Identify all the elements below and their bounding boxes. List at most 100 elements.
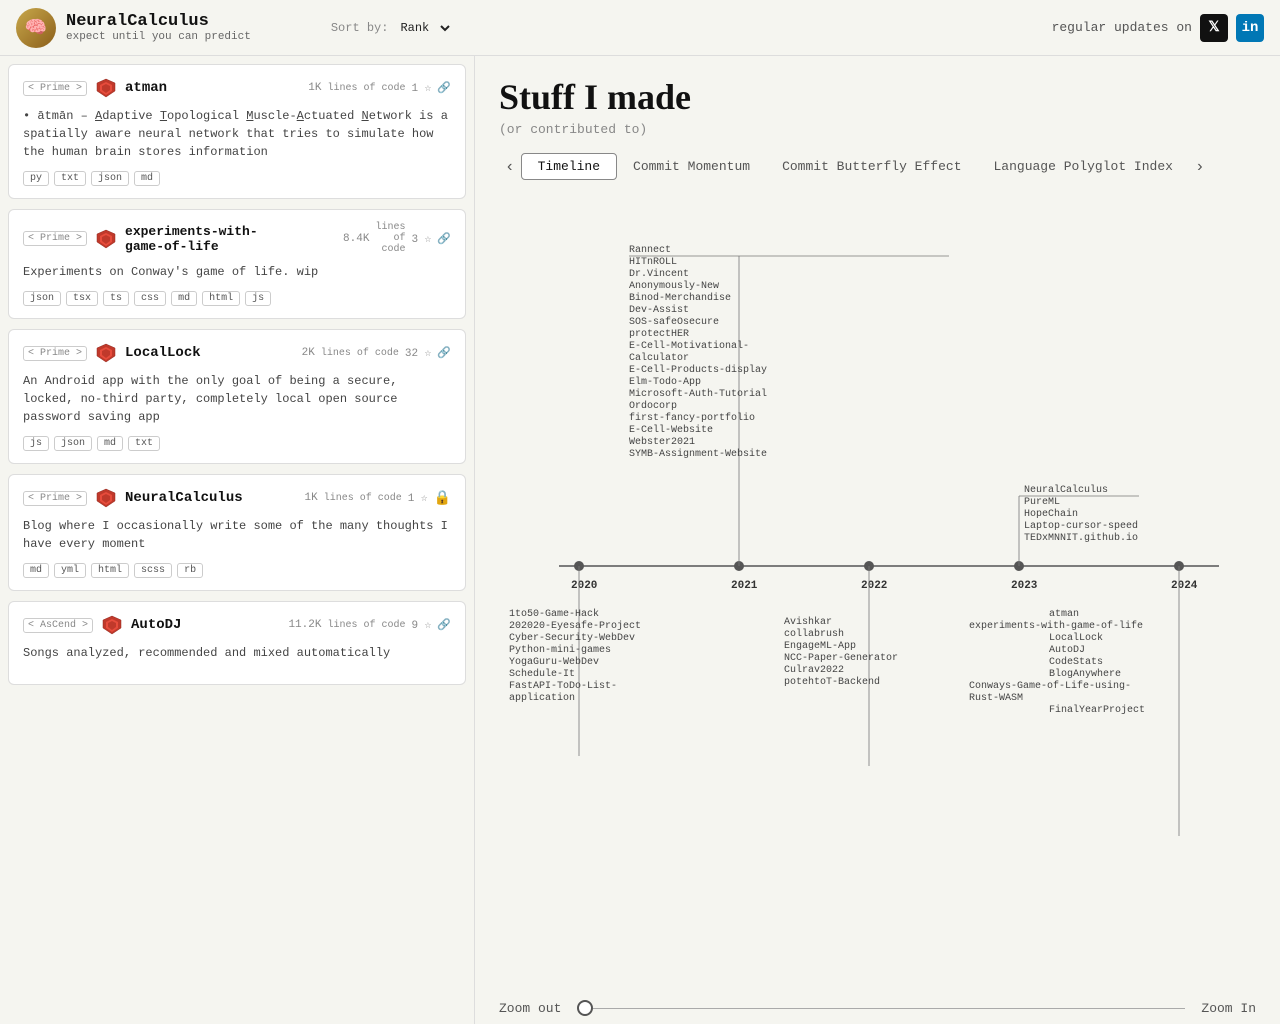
svg-text:first-fancy-portfolio: first-fancy-portfolio (629, 412, 755, 424)
tag: ts (103, 291, 129, 306)
linkedin-button[interactable]: in (1236, 14, 1264, 42)
topbar-right: regular updates on 𝕏 in (1052, 14, 1264, 42)
star-count: 32 ☆ (405, 346, 431, 360)
svg-text:Ordocorp: Ordocorp (629, 400, 677, 412)
zoom-track (593, 1008, 1185, 1009)
svg-text:YogaGuru-WebDev: YogaGuru-WebDev (509, 656, 599, 668)
card-header-right: 11.2K lines of code 9 ☆ 🔗 (288, 618, 451, 632)
svg-text:Webster2021: Webster2021 (629, 436, 695, 448)
tag: py (23, 171, 49, 186)
tag: scss (134, 563, 172, 578)
card-title-nc: NeuralCalculus (125, 490, 243, 506)
svg-text:Laptop-cursor-speed: Laptop-cursor-speed (1024, 520, 1138, 532)
page-subtitle: (or contributed to) (499, 122, 1256, 137)
tag: css (134, 291, 166, 306)
lines-count: 2K (302, 347, 315, 359)
card-desc-nc: Blog where I occasionally write some of … (23, 517, 451, 553)
svg-text:SOS-safeOsecure: SOS-safeOsecure (629, 316, 719, 328)
card-header: < Prime > NeuralCalculus 1K lines of cod… (23, 487, 451, 509)
svg-text:NeuralCalculus: NeuralCalculus (1024, 484, 1108, 496)
svg-text:AutoDJ: AutoDJ (1049, 645, 1085, 656)
svg-text:protectHER: protectHER (629, 329, 689, 340)
svg-text:Elm-Todo-App: Elm-Todo-App (629, 376, 701, 388)
timeline-svg: 2020 2021 2022 2023 2024 Ran (499, 196, 1256, 856)
card-desc-atman: • ātmān – Adaptive Topological Muscle-Ac… (23, 107, 451, 161)
card-atman: < Prime > atman 1K lines of code 1 ☆ 🔗 (8, 64, 466, 199)
tab-timeline[interactable]: Timeline (521, 153, 617, 180)
card-desc-experiments: Experiments on Conway's game of life. wi… (23, 263, 451, 281)
svg-text:Culrav2022: Culrav2022 (784, 664, 844, 676)
logo-icon: 🧠 (16, 8, 56, 48)
tab-prev-arrow[interactable]: ‹ (499, 156, 521, 178)
card-header-right: 1K lines of code 1 ☆ 🔒 (305, 490, 451, 507)
star-count: 9 ☆ (411, 618, 431, 632)
star-count: 1 ☆ (411, 81, 431, 95)
sortby-select[interactable]: Rank Stars Lines (396, 20, 453, 36)
svg-text:2020: 2020 (571, 580, 597, 592)
card-header: < Prime > LocalLock 2K lines of code 32 … (23, 342, 451, 364)
svg-text:Dr.Vincent: Dr.Vincent (629, 268, 689, 280)
svg-text:Avishkar: Avishkar (784, 616, 832, 628)
svg-text:PureML: PureML (1024, 497, 1060, 508)
tag: md (171, 291, 197, 306)
tag: json (91, 171, 129, 186)
x-social-button[interactable]: 𝕏 (1200, 14, 1228, 42)
lines-label: lines of code (327, 83, 405, 94)
svg-text:E-Cell-Website: E-Cell-Website (629, 424, 713, 436)
tab-language-polyglot[interactable]: Language Polyglot Index (978, 154, 1189, 179)
shield-icon (101, 614, 123, 636)
svg-text:collabrush: collabrush (784, 628, 844, 640)
tags-nc: md yml html scss rb (23, 563, 451, 578)
tags-locallock: js json md txt (23, 436, 451, 451)
tag: md (134, 171, 160, 186)
zoom-handle[interactable] (577, 1000, 593, 1016)
prime-badge: < AsCend > (23, 618, 93, 633)
zoom-out-label: Zoom out (499, 1001, 561, 1016)
lines-count: 8.4K (343, 233, 369, 245)
logo-title: NeuralCalculus (66, 12, 251, 31)
card-neuralcalculus: < Prime > NeuralCalculus 1K lines of cod… (8, 474, 466, 591)
tag: html (91, 563, 129, 578)
svg-text:Rannect: Rannect (629, 245, 671, 256)
zoom-controls: Zoom out Zoom In (499, 988, 1256, 1024)
tag: tsx (66, 291, 98, 306)
tag: html (202, 291, 240, 306)
tab-commit-momentum[interactable]: Commit Momentum (617, 154, 766, 179)
zoom-slider-area[interactable] (577, 1000, 1185, 1016)
link-icon[interactable]: 🔗 (437, 346, 451, 360)
svg-text:Calculator: Calculator (629, 352, 689, 364)
sortby-area: Sort by: Rank Stars Lines (331, 20, 454, 36)
shield-icon (95, 342, 117, 364)
svg-text:1to50-Game-Hack: 1to50-Game-Hack (509, 608, 599, 620)
logo-sub: expect until you can predict (66, 31, 251, 43)
svg-text:2021: 2021 (731, 580, 758, 592)
card-title-experiments: experiments-with-game-of-life (125, 224, 258, 254)
card-desc-autodj: Songs analyzed, recommended and mixed au… (23, 644, 451, 662)
lines-label: lines of code (324, 493, 402, 504)
link-icon[interactable]: 🔗 (437, 232, 451, 246)
main-layout: < Prime > atman 1K lines of code 1 ☆ 🔗 (0, 56, 1280, 1024)
svg-text:HITnROLL: HITnROLL (629, 257, 677, 268)
lines-count: 11.2K (288, 619, 321, 631)
shield-icon (95, 228, 117, 250)
timeline-area: 2020 2021 2022 2023 2024 Ran (499, 196, 1256, 988)
card-header-left: < AsCend > AutoDJ (23, 614, 181, 636)
svg-text:potehtoT-Backend: potehtoT-Backend (784, 676, 880, 688)
card-title-atman: atman (125, 80, 167, 96)
tab-commit-butterfly[interactable]: Commit Butterfly Effect (766, 154, 977, 179)
svg-text:CodeStats: CodeStats (1049, 656, 1103, 668)
zoom-in-label: Zoom In (1201, 1001, 1256, 1016)
card-title-autodj: AutoDJ (131, 617, 181, 633)
card-header: < Prime > experiments-with-game-of-life … (23, 222, 451, 255)
lines-count: 1K (308, 82, 321, 94)
tag: js (245, 291, 271, 306)
page-title: Stuff I made (499, 76, 1256, 118)
tab-next-arrow[interactable]: › (1189, 156, 1211, 178)
svg-text:LocalLock: LocalLock (1049, 632, 1103, 644)
link-icon[interactable]: 🔗 (437, 81, 451, 95)
card-header-left: < Prime > LocalLock (23, 342, 201, 364)
link-icon[interactable]: 🔗 (437, 618, 451, 632)
prime-badge: < Prime > (23, 491, 87, 506)
svg-text:Rust-WASM: Rust-WASM (969, 693, 1023, 704)
prime-badge: < Prime > (23, 81, 87, 96)
